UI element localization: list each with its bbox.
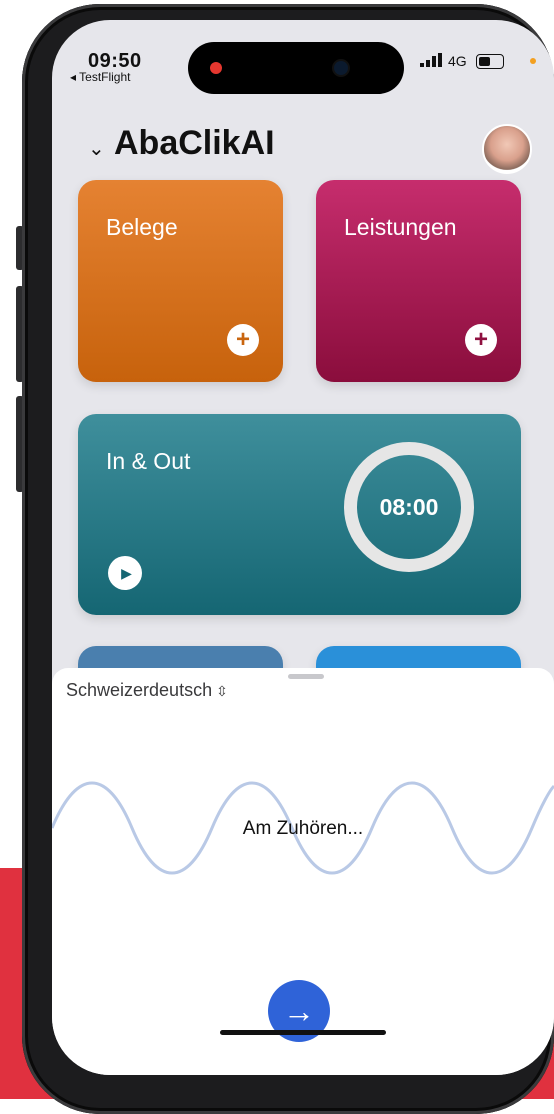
leistungen-card[interactable]: Leistungen +: [316, 180, 521, 382]
privacy-indicator-icon: [530, 58, 536, 64]
arrow-right-icon: →: [283, 993, 315, 1029]
battery-icon: [476, 54, 504, 69]
network-type: 4G: [448, 53, 467, 69]
listening-status: Am Zuhören...: [242, 818, 364, 839]
page-title[interactable]: AbaClikAI: [114, 124, 275, 163]
plus-icon: +: [473, 326, 488, 353]
timer-value: 08:00: [379, 493, 439, 520]
sheet-grabber[interactable]: [288, 674, 324, 679]
timer-ring[interactable]: 08:00: [344, 442, 474, 572]
recording-indicator-icon: [210, 62, 222, 74]
belege-label: Belege: [106, 214, 178, 240]
up-down-chevron-icon: ⇳: [216, 683, 228, 699]
in-out-card[interactable]: In & Out 08:00 ▶: [78, 414, 521, 615]
signal-bars-icon: [420, 53, 442, 70]
play-button[interactable]: ▶: [108, 556, 142, 590]
add-beleg-button[interactable]: +: [227, 324, 259, 356]
play-icon: ▶: [121, 564, 132, 581]
camera-icon: [334, 61, 348, 75]
avatar[interactable]: [482, 124, 532, 174]
back-to-testflight-link[interactable]: ◂ TestFlight: [70, 70, 131, 84]
phone-screen: 09:50 ◂ TestFlight 4G ⌄ AbaClikAI Belege…: [52, 20, 554, 1075]
chevron-down-icon[interactable]: ⌄: [88, 136, 105, 161]
language-value: Schweizerdeutsch: [66, 680, 213, 700]
in-out-label: In & Out: [106, 448, 191, 474]
add-leistung-button[interactable]: +: [465, 324, 497, 356]
language-select[interactable]: Schweizerdeutsch ⇳: [66, 680, 228, 701]
leistungen-label: Leistungen: [344, 214, 457, 240]
voice-input-sheet: Schweizerdeutsch ⇳ Am Zuhören... →: [52, 668, 554, 1075]
plus-icon: +: [235, 326, 250, 353]
dynamic-island: [188, 42, 404, 94]
belege-card[interactable]: Belege +: [78, 180, 283, 382]
home-indicator[interactable]: [220, 1030, 386, 1035]
